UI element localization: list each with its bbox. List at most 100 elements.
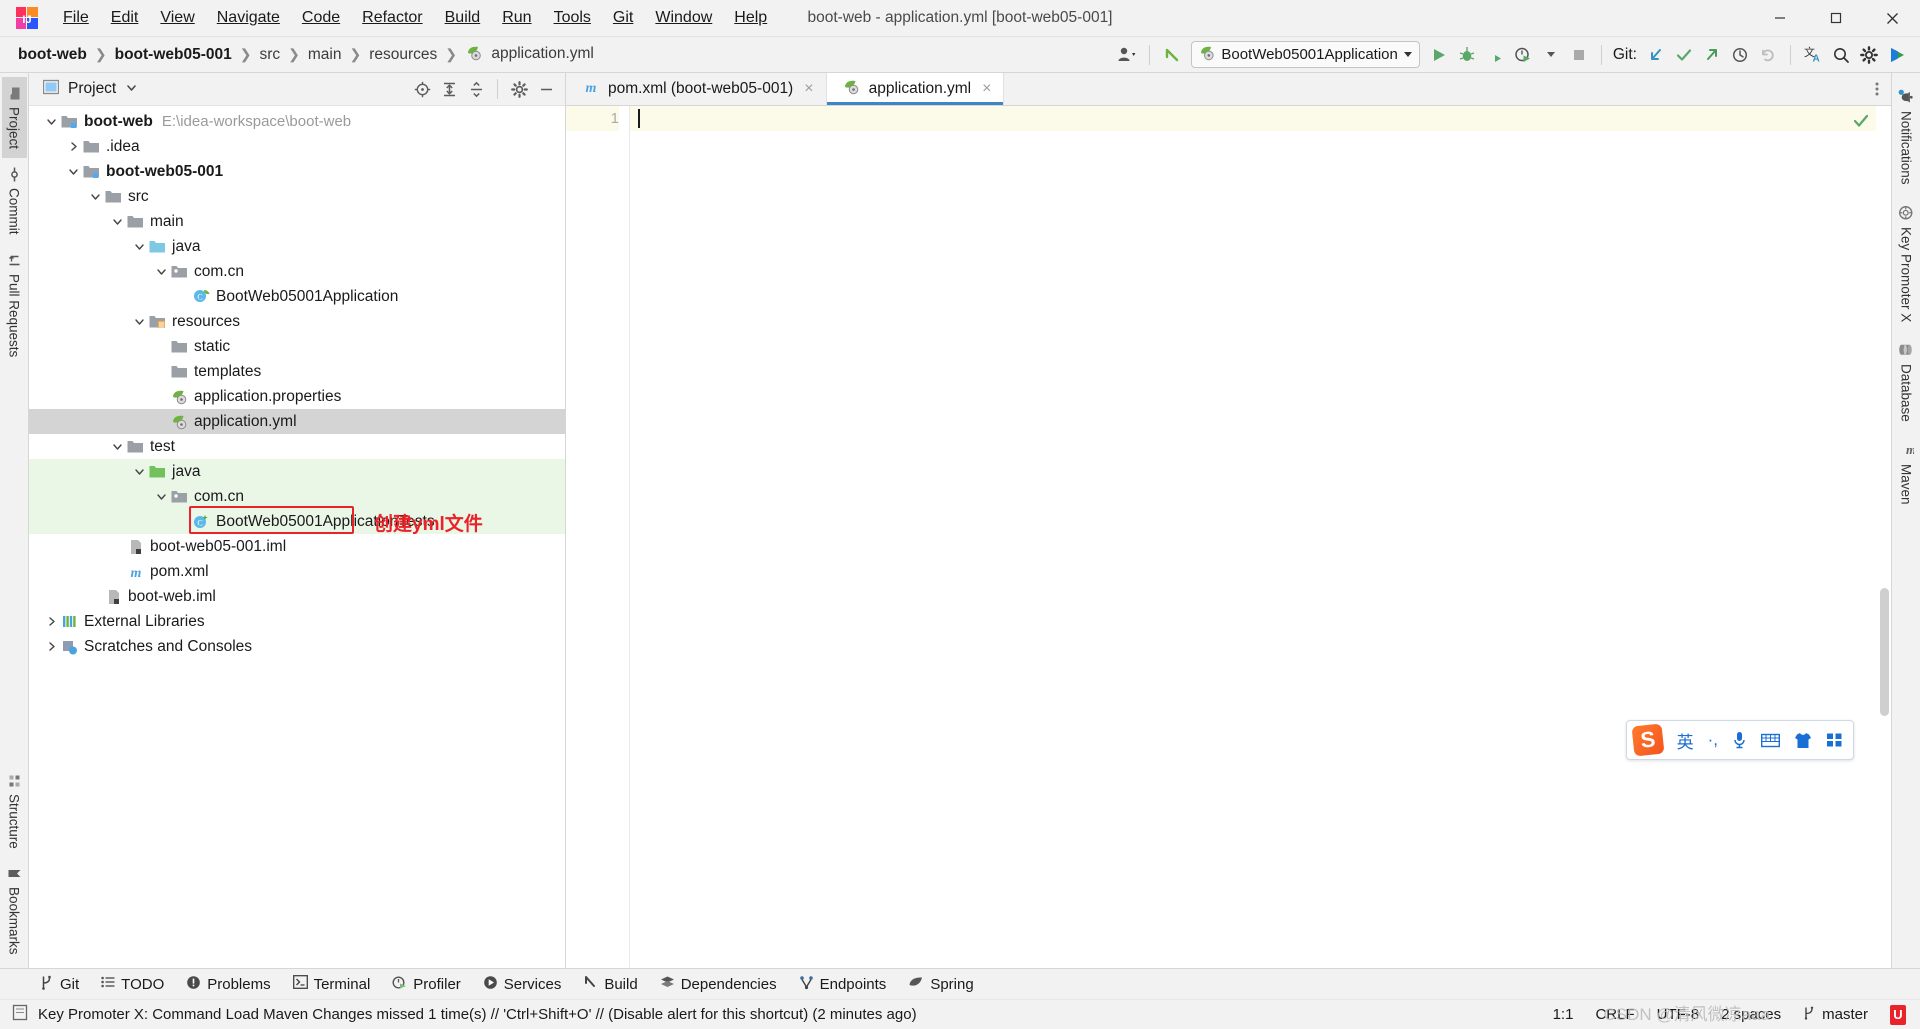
chevron-right-icon[interactable] xyxy=(43,616,60,627)
tree-node-boot-web[interactable]: boot-web E:\idea-workspace\boot-web xyxy=(29,109,565,134)
hide-panel-icon[interactable] xyxy=(533,76,559,102)
git-history-icon[interactable] xyxy=(1727,42,1753,68)
menu-edit[interactable]: Edit xyxy=(100,5,150,31)
scroll-from-source-icon[interactable] xyxy=(409,76,435,102)
breadcrumb-item-1[interactable]: boot-web05-001 xyxy=(111,44,236,66)
sidebar-item-commit[interactable]: Commit xyxy=(2,158,27,244)
sidebar-item-notifications[interactable]: Notifications xyxy=(1893,79,1919,195)
tool-window-problems[interactable]: Problems xyxy=(176,972,280,997)
tree-node-BootWeb05001ApplicationTests[interactable]: C BootWeb05001ApplicationTests xyxy=(29,509,565,534)
menu-refactor[interactable]: Refactor xyxy=(351,5,433,31)
caret-position[interactable]: 1:1 xyxy=(1553,1006,1574,1023)
project-tree[interactable]: boot-web E:\idea-workspace\boot-web .ide… xyxy=(29,106,565,968)
close-button[interactable] xyxy=(1864,0,1920,37)
tool-window-build[interactable]: Build xyxy=(573,972,647,997)
menu-code[interactable]: Code xyxy=(291,5,351,31)
minimize-button[interactable] xyxy=(1752,0,1808,37)
chevron-down-icon[interactable] xyxy=(65,166,82,177)
ime-icon[interactable]: U xyxy=(1890,1004,1906,1025)
editor-vertical-scrollbar[interactable] xyxy=(1853,106,1891,968)
chevron-down-icon[interactable] xyxy=(109,441,126,452)
event-log-icon[interactable] xyxy=(12,1004,28,1025)
breadcrumb-item-2[interactable]: src xyxy=(255,44,284,66)
skin-shirt-icon[interactable] xyxy=(1794,732,1812,749)
code-editor[interactable]: 1 S 英 ·, xyxy=(566,106,1891,968)
chevron-down-icon[interactable] xyxy=(131,466,148,477)
sogou-logo-icon[interactable]: S xyxy=(1631,723,1665,757)
line-separator[interactable]: CRLF xyxy=(1595,1006,1634,1023)
menu-help[interactable]: Help xyxy=(723,5,778,31)
editor-content[interactable]: S 英 ·, xyxy=(630,106,1876,968)
ime-mode-indicator[interactable]: 英 xyxy=(1677,728,1694,753)
tree-node-idea[interactable]: .idea xyxy=(29,134,565,159)
sidebar-item-pull-requests[interactable]: Pull Requests xyxy=(2,244,27,366)
editor-tab-pom-xml[interactable]: m pom.xml (boot-web05-001) × xyxy=(566,73,827,105)
search-everywhere-icon[interactable] xyxy=(1828,42,1854,68)
tree-node-boot-web05-001-iml[interactable]: boot-web05-001.iml xyxy=(29,534,565,559)
breadcrumb-item-3[interactable]: main xyxy=(304,44,346,66)
run-with-coverage-icon[interactable] xyxy=(1482,42,1508,68)
menu-file[interactable]: File xyxy=(52,5,100,31)
run-configuration-selector[interactable]: BootWeb05001Application xyxy=(1191,41,1420,68)
maximize-button[interactable] xyxy=(1808,0,1864,37)
tool-window-dependencies[interactable]: Dependencies xyxy=(650,972,787,997)
menu-view[interactable]: View xyxy=(149,5,205,31)
chevron-down-icon[interactable] xyxy=(43,116,60,127)
chevron-down-icon[interactable] xyxy=(131,316,148,327)
back-arrow-icon[interactable] xyxy=(1159,42,1185,68)
sidebar-item-database[interactable]: Database xyxy=(1893,332,1919,432)
indent-setting[interactable]: 2 spaces xyxy=(1721,1006,1781,1023)
tree-node-pom-xml[interactable]: m pom.xml xyxy=(29,559,565,584)
breadcrumb-item-5[interactable]: application.yml xyxy=(461,42,598,68)
editor-gutter[interactable]: 1 xyxy=(566,106,630,968)
chevron-down-icon[interactable] xyxy=(126,80,137,98)
menu-window[interactable]: Window xyxy=(644,5,723,31)
tree-node-templates[interactable]: templates xyxy=(29,359,565,384)
sidebar-item-bookmarks[interactable]: Bookmarks xyxy=(2,857,27,964)
breadcrumb-item-4[interactable]: resources xyxy=(365,44,441,66)
tree-node-scratches-and-consoles[interactable]: Scratches and Consoles xyxy=(29,634,565,659)
scrollbar-thumb[interactable] xyxy=(1880,588,1889,716)
close-icon[interactable]: × xyxy=(804,81,813,97)
tree-node-test[interactable]: test xyxy=(29,434,565,459)
editor-tab-application-yml[interactable]: application.yml × xyxy=(826,73,1005,105)
close-icon[interactable]: × xyxy=(982,81,991,97)
sidebar-item-structure[interactable]: Structure xyxy=(2,764,27,858)
chevron-down-icon[interactable] xyxy=(131,241,148,252)
toolbox-apps-icon[interactable] xyxy=(1826,732,1843,748)
chevron-right-icon[interactable] xyxy=(65,141,82,152)
chevron-down-icon[interactable] xyxy=(153,491,170,502)
sidebar-item-key-promoter-x[interactable]: Key Promoter X xyxy=(1893,195,1919,332)
tree-node-java-test[interactable]: java xyxy=(29,459,565,484)
tree-node-application-yml[interactable]: application.yml xyxy=(29,409,565,434)
sogou-ime-toolbar[interactable]: S 英 ·, xyxy=(1625,720,1854,760)
status-message[interactable]: Key Promoter X: Command Load Maven Chang… xyxy=(38,1006,917,1023)
tool-window-git[interactable]: Git xyxy=(30,972,89,997)
chevron-down-icon[interactable] xyxy=(109,216,126,227)
tree-node-resources[interactable]: resources xyxy=(29,309,565,334)
git-commit-icon[interactable] xyxy=(1671,42,1697,68)
menu-git[interactable]: Git xyxy=(602,5,644,31)
menu-navigate[interactable]: Navigate xyxy=(206,5,291,31)
chevron-right-icon[interactable] xyxy=(43,641,60,652)
stop-icon[interactable] xyxy=(1566,42,1592,68)
tool-window-services[interactable]: Services xyxy=(473,972,572,997)
inspection-ok-icon[interactable] xyxy=(1853,113,1869,134)
tree-node-package-com-cn[interactable]: com.cn xyxy=(29,259,565,284)
expand-all-icon[interactable] xyxy=(436,76,462,102)
breadcrumb-item-0[interactable]: boot-web xyxy=(14,44,91,66)
tree-node-boot-web05-001[interactable]: boot-web05-001 xyxy=(29,159,565,184)
git-rollback-icon[interactable] xyxy=(1755,42,1781,68)
ide-features-trainer-icon[interactable] xyxy=(1884,42,1910,68)
sidebar-item-maven[interactable]: m Maven xyxy=(1893,432,1920,515)
tool-window-endpoints[interactable]: Endpoints xyxy=(789,972,897,997)
user-account-icon[interactable] xyxy=(1114,42,1140,68)
tree-node-package-com-cn-test[interactable]: com.cn xyxy=(29,484,565,509)
tool-window-spring[interactable]: Spring xyxy=(898,972,983,996)
microphone-icon[interactable] xyxy=(1732,731,1747,749)
file-encoding[interactable]: UTF-8 xyxy=(1657,1006,1700,1023)
menu-tools[interactable]: Tools xyxy=(543,5,602,31)
tree-node-application-properties[interactable]: application.properties xyxy=(29,384,565,409)
menu-build[interactable]: Build xyxy=(434,5,492,31)
debug-icon[interactable] xyxy=(1454,42,1480,68)
